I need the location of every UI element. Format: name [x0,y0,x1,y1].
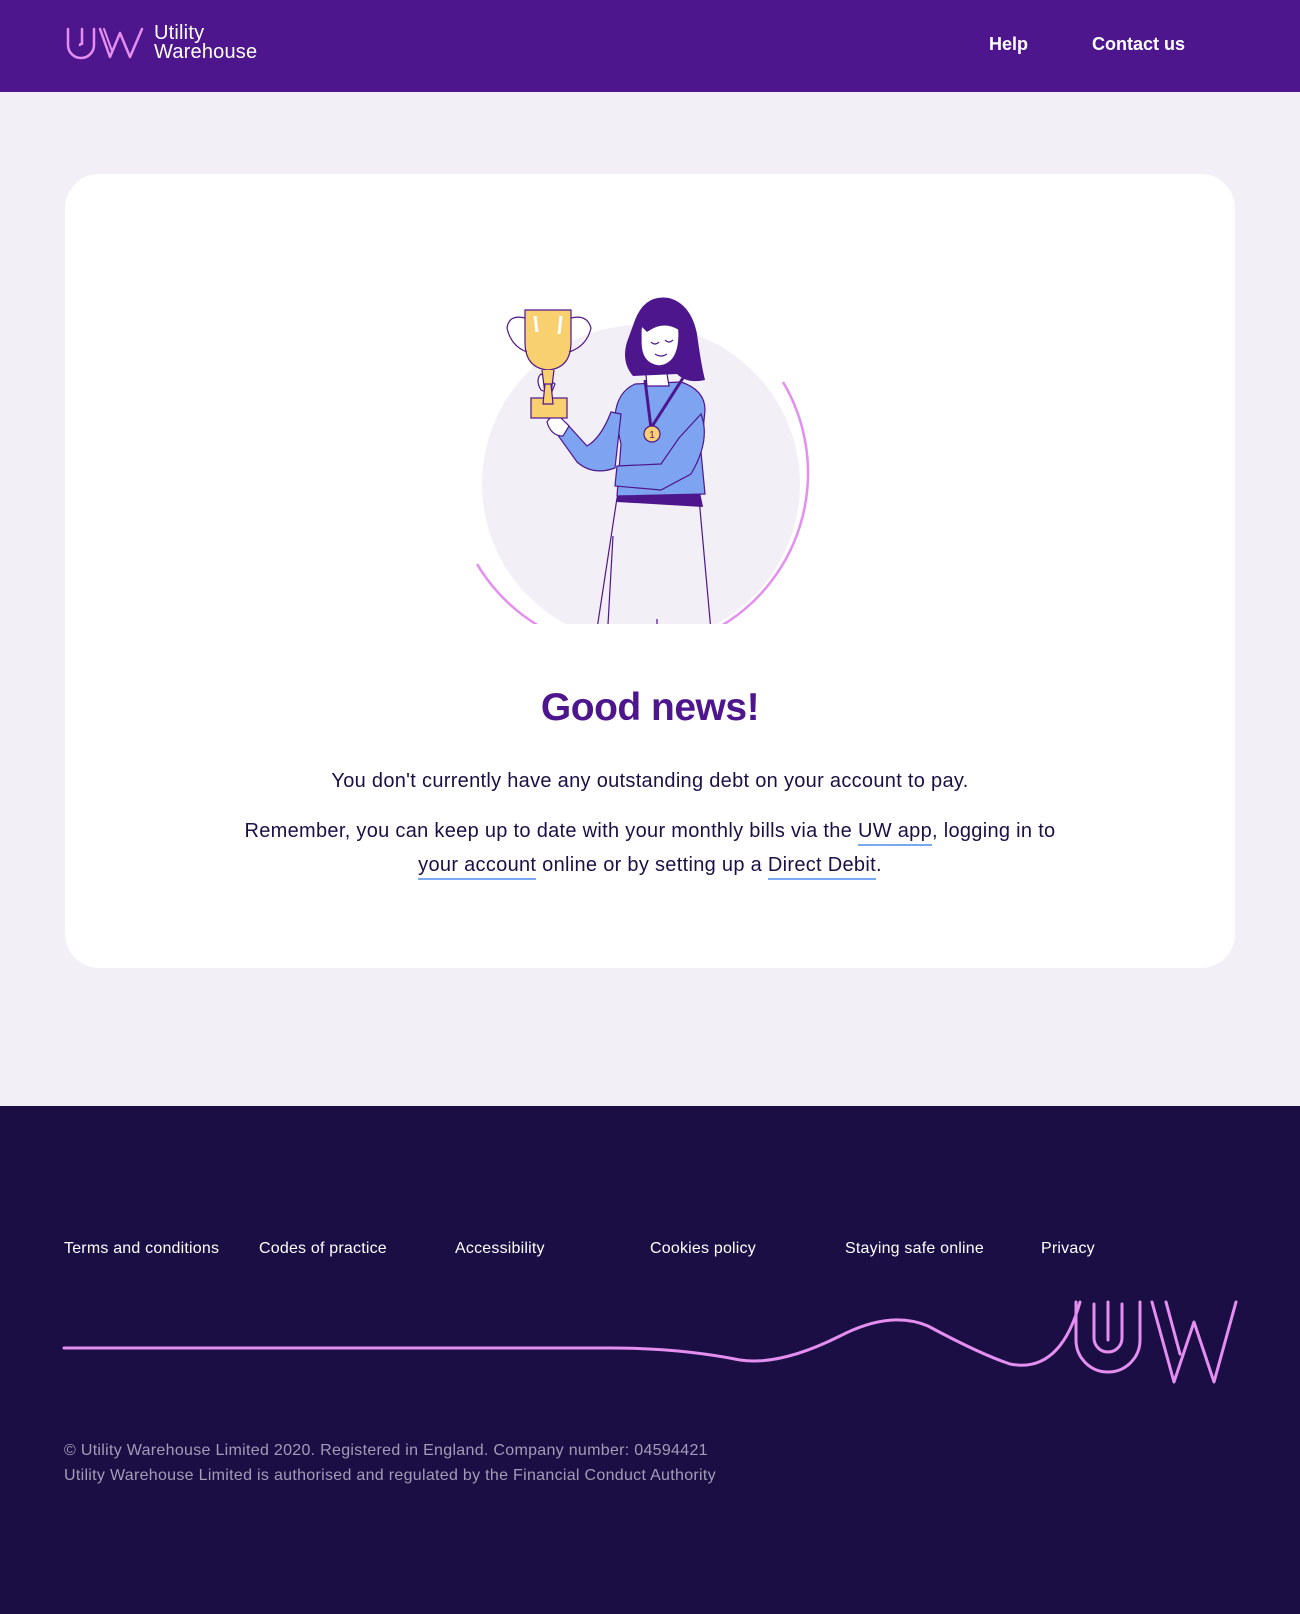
nav-help-link[interactable]: Help [989,34,1028,55]
woman-holding-trophy-illustration: 1 [475,297,810,624]
site-footer: Terms and conditions Codes of practice A… [0,1106,1300,1614]
footer-link-codes-of-practice[interactable]: Codes of practice [259,1240,387,1258]
site-header: Utility Warehouse Help Contact us [0,0,1300,92]
no-debt-message: You don't currently have any outstanding… [331,770,969,792]
footer-link-privacy[interactable]: Privacy [1041,1240,1095,1258]
reminder-text-middle: online or by setting up a [536,854,768,876]
uw-app-link[interactable]: UW app [857,820,932,846]
footer-link-accessibility[interactable]: Accessibility [455,1240,545,1258]
reminder-message: Remember, you can keep up to date with y… [185,814,1115,882]
good-news-card: 1 Good news! You don't currently have an… [65,174,1235,968]
regulation-line: Utility Warehouse Limited is authorised … [64,1467,716,1484]
footer-link-terms[interactable]: Terms and conditions [64,1240,219,1258]
footer-links: Terms and conditions Codes of practice A… [64,1240,1204,1262]
reminder-text-end: . [875,854,882,876]
footer-link-staying-safe-online[interactable]: Staying safe online [845,1240,984,1258]
your-account-link[interactable]: your account [418,854,537,880]
medal-number: 1 [649,430,655,441]
logo-wordmark: Utility Warehouse [154,23,258,63]
footer-uw-wave-logo [62,1300,1238,1384]
nav-contact-us-link[interactable]: Contact us [1092,34,1185,55]
header-nav: Help Contact us [989,34,1185,55]
logo-line-warehouse: Warehouse [154,41,258,63]
reminder-text-after-app: , logging in to [932,820,1056,842]
page-title: Good news! [540,686,760,729]
direct-debit-link[interactable]: Direct Debit [767,854,876,880]
utility-warehouse-logo[interactable]: Utility Warehouse [64,22,257,64]
footer-link-cookies-policy[interactable]: Cookies policy [650,1240,756,1258]
reminder-text-start: Remember, you can keep up to date with y… [244,820,858,842]
uw-logo-icon [66,27,144,60]
copyright-line: © Utility Warehouse Limited 2020. Regist… [64,1442,708,1459]
footer-copyright: © Utility Warehouse Limited 2020. Regist… [64,1438,716,1488]
